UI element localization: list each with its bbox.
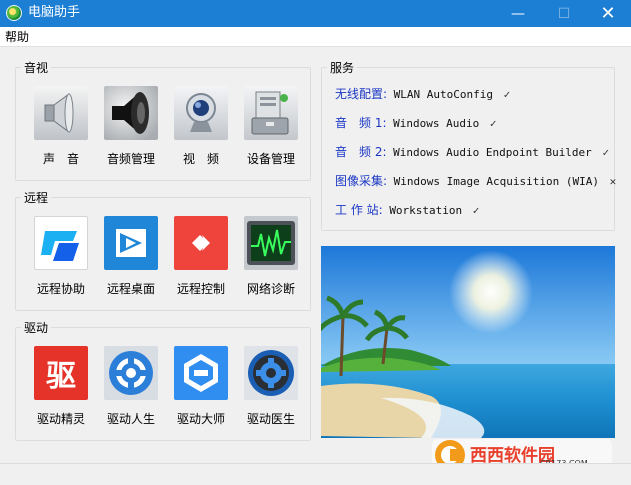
tile-network-diag[interactable]: 网络诊断 [236, 216, 306, 306]
services-title: 服务 [327, 61, 358, 75]
service-name: Windows Audio Endpoint Builder [393, 146, 592, 159]
service-key: 音 频 2: [335, 145, 387, 159]
driver-doctor-icon [244, 346, 298, 400]
remote-desktop-icon [104, 216, 158, 270]
tile-remote-control[interactable]: 远程控制 [166, 216, 236, 306]
title-bar: 电脑助手 — ☐ ✕ [0, 0, 631, 27]
driver-genius-icon: 驱 [34, 346, 88, 400]
tile-label: 网络诊断 [246, 282, 295, 296]
service-status-icon: ✓ [503, 88, 511, 101]
tile-remote-desktop[interactable]: 远程桌面 [96, 216, 166, 306]
driver-title: 驱动 [21, 321, 52, 335]
webcam-icon [174, 86, 228, 140]
service-key: 图像采集: [335, 174, 388, 188]
service-name: Workstation [389, 204, 463, 217]
tile-label: 设备管理 [246, 152, 295, 166]
service-row-wlan: 无线配置: WLAN AutoConfig ✓ [335, 85, 510, 102]
menu-bar: 帮助 [0, 27, 631, 47]
close-button[interactable]: ✕ [585, 0, 631, 27]
service-row-audio1: 音 频 1: Windows Audio ✓ [335, 114, 496, 131]
service-name: Windows Audio [393, 117, 480, 130]
network-monitor-icon [244, 216, 298, 270]
device-manager-icon [244, 86, 298, 140]
remote-title: 远程 [21, 191, 52, 205]
service-key: 音 频 1: [335, 116, 387, 130]
beach-photo [321, 246, 615, 438]
todesk-icon [34, 216, 88, 270]
tile-driver-genius[interactable]: 驱 驱动精灵 [26, 346, 96, 436]
service-status-icon: ✓ [489, 117, 497, 130]
driver-genius-glyph: 驱 [46, 359, 76, 394]
audio-manage-icon [104, 86, 158, 140]
minimize-button[interactable]: — [495, 0, 541, 27]
service-name: Windows Image Acquisition (WIA) [393, 175, 599, 188]
tile-label: 驱动医生 [246, 412, 295, 426]
tile-audio-manage[interactable]: 音频管理 [96, 86, 166, 176]
maximize-button[interactable]: ☐ [541, 0, 587, 27]
service-key: 工 作 站: [335, 203, 383, 217]
tile-driver-doctor[interactable]: 驱动医生 [236, 346, 306, 436]
audio-video-title: 音视 [21, 61, 52, 75]
tile-sound[interactable]: 声 音 [26, 86, 96, 176]
service-status-icon: ✓ [602, 146, 610, 159]
service-status-icon: ✕ [609, 175, 617, 188]
tile-remote-assist[interactable]: 远程协助 [26, 216, 96, 306]
service-status-icon: ✓ [472, 204, 480, 217]
tile-device-manager[interactable]: 设备管理 [236, 86, 306, 176]
app-icon [6, 5, 22, 21]
speaker-icon [34, 86, 88, 140]
menu-help[interactable]: 帮助 [5, 29, 29, 45]
service-row-audio2: 音 频 2: Windows Audio Endpoint Builder ✓ [335, 143, 609, 160]
service-row-wia: 图像采集: Windows Image Acquisition (WIA) ✕ [335, 172, 616, 189]
service-key: 无线配置: [335, 87, 388, 101]
tile-driver-life[interactable]: 驱动人生 [96, 346, 166, 436]
status-bar [0, 463, 631, 485]
service-name: WLAN AutoConfig [393, 88, 494, 101]
tile-video[interactable]: 视 频 [166, 86, 236, 176]
driver-life-icon [104, 346, 158, 400]
window-title: 电脑助手 [28, 5, 81, 20]
service-row-workstation: 工 作 站: Workstation ✓ [335, 201, 479, 218]
driver-master-icon [174, 346, 228, 400]
tile-driver-master[interactable]: 驱动大师 [166, 346, 236, 436]
anydesk-icon [174, 216, 228, 270]
